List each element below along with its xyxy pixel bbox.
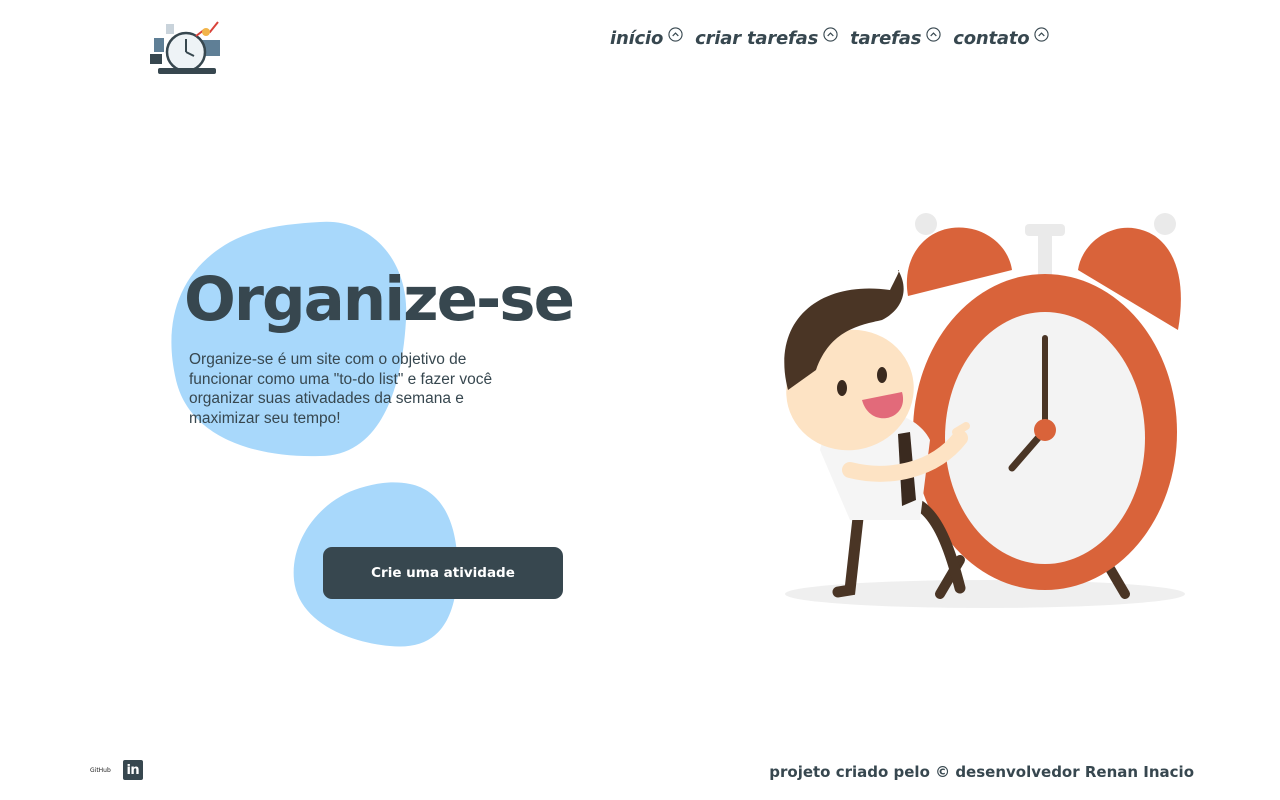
chevron-up-circle-icon bbox=[668, 27, 683, 42]
create-activity-button[interactable]: Crie uma atividade bbox=[323, 547, 563, 599]
nav-item-inicio[interactable]: início bbox=[610, 27, 683, 49]
hero-title: Organize-se bbox=[184, 264, 575, 335]
github-link[interactable]: GitHub bbox=[90, 767, 111, 774]
main-nav: início criar tarefas tarefas contato bbox=[610, 27, 1061, 49]
hero-description: Organize-se é um site com o objetivo de … bbox=[189, 351, 493, 427]
nav-item-label: contato bbox=[953, 28, 1030, 49]
logo[interactable] bbox=[148, 18, 226, 82]
nav-item-tarefas[interactable]: tarefas bbox=[850, 27, 941, 49]
nav-item-label: tarefas bbox=[850, 28, 922, 49]
man-with-alarm-clock-illustration bbox=[784, 213, 1185, 608]
nav-item-criar-tarefas[interactable]: criar tarefas bbox=[695, 27, 838, 49]
chevron-up-circle-icon bbox=[1034, 27, 1050, 42]
footer-credit: projeto criado pelo © desenvolvedor Rena… bbox=[769, 763, 1194, 781]
nav-item-label: início bbox=[610, 28, 664, 49]
nav-item-contato[interactable]: contato bbox=[953, 27, 1050, 49]
nav-item-label: criar tarefas bbox=[695, 28, 819, 49]
social-links: GitHub in bbox=[90, 760, 143, 780]
chevron-up-circle-icon bbox=[823, 27, 838, 42]
linkedin-icon[interactable]: in bbox=[122, 760, 143, 780]
clock-logo-icon bbox=[150, 21, 220, 74]
chevron-up-circle-icon bbox=[926, 27, 941, 42]
